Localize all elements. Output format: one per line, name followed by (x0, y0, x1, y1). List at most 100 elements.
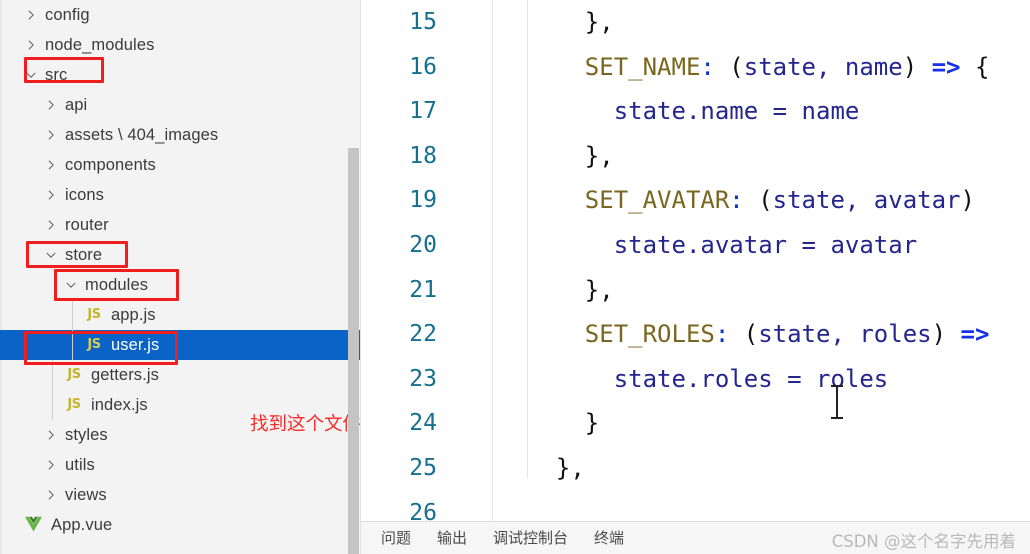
chevron-right-icon[interactable] (44, 458, 58, 472)
panel-tab-3[interactable]: 调试控制台 (493, 522, 568, 554)
tree-indent-guide (72, 330, 73, 360)
vue-file-icon (24, 516, 44, 534)
tree-item-label: node_modules (45, 36, 155, 54)
line-number: 23 (409, 365, 437, 392)
tree-item-label: store (65, 246, 103, 264)
tree-folder-modules[interactable]: modules (0, 270, 360, 300)
chevron-down-icon[interactable] (24, 68, 38, 82)
code-text: } (527, 409, 600, 438)
tree-item-label: components (65, 156, 156, 174)
code-line[interactable]: 22 SET_ROLES: (state, roles) => (361, 312, 1030, 357)
line-number: 16 (409, 53, 437, 80)
code-line[interactable]: 23 state.roles = roles (361, 357, 1030, 402)
tree-item-label: App.vue (51, 516, 113, 534)
tree-indent-guide (52, 360, 53, 390)
tree-file-app-js[interactable]: JS app.js (0, 300, 360, 330)
chevron-right-icon[interactable] (44, 428, 58, 442)
tree-folder-node-modules[interactable]: node_modules (0, 30, 360, 60)
line-number: 18 (409, 142, 437, 169)
bottom-panel[interactable]: 问题 输出 调试控制台 终端 CSDN @这个名字先用着 (361, 521, 1030, 554)
js-file-icon: JS (67, 397, 81, 412)
chevron-right-icon[interactable] (44, 218, 58, 232)
code-text: }, (527, 275, 614, 304)
tree-item-label: app.js (111, 306, 156, 324)
tree-item-label: styles (65, 426, 108, 444)
code-text: SET_NAME: (state, name) => { (584, 52, 990, 81)
code-text: }, (527, 453, 585, 482)
tree-item-label: api (65, 96, 88, 114)
tree-folder-views[interactable]: views (0, 480, 360, 510)
tree-folder-assets-404-images[interactable]: assets \ 404_images (0, 120, 360, 150)
code-content[interactable]: 15 }, 16 SET_NAME: (state, name) => {17 s… (361, 0, 1030, 521)
tree-item-label: index.js (91, 396, 148, 414)
tree-item-label: getters.js (91, 366, 159, 384)
tree-item-label: views (65, 486, 107, 504)
tree-indent-guide (52, 390, 53, 420)
explorer-scrollbar[interactable] (348, 148, 359, 554)
code-line[interactable]: 17 state.name = name (361, 89, 1030, 134)
tree-indent-guide (72, 300, 73, 330)
annotation-text: 找到这个文件修改 (250, 414, 361, 435)
tree-folder-api[interactable]: api (0, 90, 360, 120)
line-number: 15 (409, 9, 437, 35)
code-line[interactable]: 19 SET_AVATAR: (state, avatar) (361, 178, 1030, 223)
js-file-icon: JS (87, 337, 101, 352)
code-text: SET_AVATAR: (state, avatar) (584, 186, 975, 215)
code-line[interactable]: 15 }, (361, 0, 1030, 45)
tree-folder-utils[interactable]: utils (0, 450, 360, 480)
tree-folder-config[interactable]: config (0, 0, 360, 30)
chevron-right-icon[interactable] (44, 488, 58, 502)
panel-tab-list[interactable]: 问题 输出 调试控制台 终端 (381, 522, 624, 554)
editor-pane[interactable]: 15 }, 16 SET_NAME: (state, name) => {17 s… (361, 0, 1030, 521)
code-line[interactable]: 24 } (361, 401, 1030, 446)
line-number: 17 (409, 98, 437, 125)
tree-item-label: src (45, 66, 68, 84)
tree-file-app-vue[interactable]: App.vue (0, 510, 360, 540)
line-number: 24 (409, 410, 437, 437)
code-line[interactable]: 26 (361, 491, 1030, 521)
chevron-right-icon[interactable] (24, 38, 38, 52)
line-number: 20 (409, 231, 437, 258)
tree-folder-src[interactable]: src (0, 60, 360, 90)
code-text: state.avatar = avatar (613, 230, 918, 259)
line-number: 25 (409, 454, 437, 481)
chevron-down-icon[interactable] (44, 248, 58, 262)
file-tree[interactable]: config node_modulessrc api assets \ 404_ima… (0, 0, 360, 540)
code-text: }, (527, 8, 614, 36)
tree-folder-icons[interactable]: icons (0, 180, 360, 210)
chevron-right-icon[interactable] (44, 98, 58, 112)
chevron-right-icon[interactable] (44, 158, 58, 172)
js-file-icon: JS (67, 367, 81, 382)
chevron-down-icon[interactable] (64, 278, 78, 292)
code-text: state.roles = roles (613, 364, 889, 393)
tree-item-label: icons (65, 186, 105, 204)
text-cursor-icon (831, 385, 843, 419)
panel-tab-2[interactable]: 输出 (437, 522, 467, 554)
panel-tab-4[interactable]: 终端 (594, 522, 624, 554)
tree-item-label: assets \ 404_images (65, 126, 219, 144)
chevron-right-icon[interactable] (44, 188, 58, 202)
panel-tab-1[interactable]: 问题 (381, 522, 411, 554)
code-line[interactable]: 21 }, (361, 268, 1030, 313)
chevron-right-icon[interactable] (44, 128, 58, 142)
chevron-right-icon[interactable] (24, 8, 38, 22)
tree-folder-components[interactable]: components (0, 150, 360, 180)
code-line[interactable]: 18 }, (361, 134, 1030, 179)
code-text: state.name = name (613, 97, 860, 126)
tree-folder-router[interactable]: router (0, 210, 360, 240)
tree-file-user-js[interactable]: JS user.js (0, 330, 360, 360)
code-line[interactable]: 20 state.avatar = avatar (361, 223, 1030, 268)
tree-folder-store[interactable]: store (0, 240, 360, 270)
code-line[interactable]: 25 }, (361, 446, 1030, 491)
tree-item-label: config (45, 6, 90, 24)
code-line[interactable]: 16 SET_NAME: (state, name) => { (361, 45, 1030, 90)
watermark-text: CSDN @这个名字先用着 (831, 532, 1016, 551)
code-text: SET_ROLES: (state, roles) => (584, 320, 990, 349)
line-number: 19 (409, 187, 437, 214)
js-file-icon: JS (87, 307, 101, 322)
tree-item-label: router (65, 216, 109, 234)
tree-item-label: modules (85, 276, 149, 294)
line-number: 22 (409, 321, 437, 348)
tree-file-getters-js[interactable]: JS getters.js (0, 360, 360, 390)
file-explorer-pane[interactable]: config node_modulessrc api assets \ 404_ima… (0, 0, 361, 554)
